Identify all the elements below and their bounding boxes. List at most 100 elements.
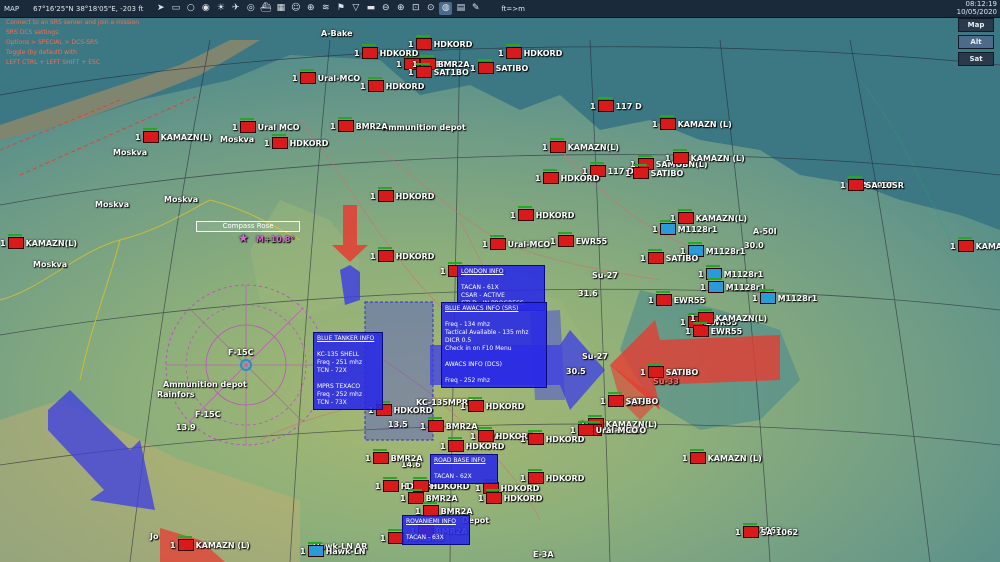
unit-type: HDKORD bbox=[433, 39, 473, 49]
unit-marker[interactable]: 1 117 D bbox=[590, 97, 642, 112]
unit-marker[interactable]: 1 EWR55 bbox=[685, 322, 742, 337]
unit-count: 1 bbox=[408, 67, 414, 77]
unit-marker[interactable]: 1 BMR2A bbox=[330, 117, 388, 132]
plane-icon[interactable]: ✈ bbox=[229, 2, 242, 15]
sun-icon[interactable]: ☀ bbox=[214, 2, 227, 15]
unit-marker[interactable]: 1 KAMAZN(L) bbox=[542, 138, 619, 153]
unit-marker[interactable]: 1 SATIBO bbox=[640, 363, 699, 378]
unit-marker[interactable]: 1 SAT1BO bbox=[408, 63, 469, 78]
unit-type: SATIBO bbox=[665, 367, 699, 377]
place-label: 30.5 bbox=[566, 367, 586, 376]
unit-type: EWR55 bbox=[575, 236, 608, 246]
unit-type: Ural-MCO bbox=[317, 73, 361, 83]
unit-marker[interactable]: 1 Hawk-LN bbox=[300, 542, 366, 557]
unit-type: Hawk-LN bbox=[325, 546, 366, 556]
blue-unit-icon bbox=[659, 220, 676, 235]
circle-icon[interactable]: ○ bbox=[184, 2, 197, 15]
panel-line: TACAN - 62X bbox=[434, 473, 472, 480]
unit-marker[interactable]: 1 SA-1062 bbox=[735, 523, 798, 538]
place-label: Rainfors bbox=[157, 390, 195, 399]
blue-tanker-info-panel[interactable]: BLUE TANKER INFO KC-135 SHELL Freq - 251 … bbox=[313, 332, 383, 410]
unit-marker[interactable]: 1 KAMAZN(L) bbox=[135, 128, 213, 143]
cursor-icon[interactable]: ➤ bbox=[154, 2, 167, 15]
unit-marker[interactable]: 1 HDKORD bbox=[520, 469, 584, 484]
unit-marker[interactable]: 1 BMR2A bbox=[420, 417, 478, 432]
ship-icon[interactable]: ⛴ bbox=[259, 2, 272, 15]
unit-type: HDKORD bbox=[485, 401, 525, 411]
unit-toggle[interactable]: ft=>m bbox=[501, 5, 525, 13]
unit-marker[interactable]: 1 HDKORD bbox=[360, 77, 424, 92]
alt-button[interactable]: Alt bbox=[958, 35, 994, 49]
unit-marker[interactable]: 1 SA-10SR bbox=[840, 176, 904, 191]
zoom-reset-icon[interactable]: ⊙ bbox=[424, 2, 437, 15]
unit-type: KAMAZN(L) bbox=[715, 313, 768, 323]
unit-marker[interactable]: 1 KAMAZN (L) bbox=[652, 115, 732, 130]
layers-icon[interactable]: ▤ bbox=[454, 2, 467, 15]
unit-marker[interactable]: 1 HDKORD bbox=[498, 44, 562, 59]
red-unit-icon bbox=[742, 523, 759, 538]
unit-marker[interactable]: 1 KAMAZN (L) bbox=[170, 536, 250, 551]
place-label: Moskva bbox=[113, 148, 148, 157]
globe-icon[interactable]: ◍ bbox=[439, 2, 453, 15]
unit-marker[interactable]: 1 HDKORD bbox=[440, 437, 504, 452]
unit-marker[interactable]: 1 HDKORD bbox=[370, 187, 434, 202]
unit-marker[interactable]: 1 HDKORD bbox=[354, 44, 418, 59]
unit-marker[interactable]: 1 HDKORD bbox=[510, 206, 574, 221]
road-base-info-panel[interactable]: ROAD BASE INFO TACAN - 62X bbox=[430, 454, 498, 484]
panel-line: TCN - 73X bbox=[317, 399, 347, 406]
red-unit-icon bbox=[7, 234, 24, 249]
person-icon[interactable]: ☺ bbox=[289, 2, 302, 15]
ruler-icon[interactable]: ▭ bbox=[169, 2, 182, 15]
red-unit-icon bbox=[957, 237, 974, 252]
zoom-out-icon[interactable]: ⊖ bbox=[379, 2, 392, 15]
unit-marker[interactable]: 1 Ural-MCO bbox=[292, 69, 361, 84]
panel-line: BLUE TANKER INFO bbox=[317, 335, 375, 342]
unit-marker[interactable]: 1 HDKORD bbox=[520, 430, 584, 445]
unit-marker[interactable]: 1 KAMAZN(L) bbox=[670, 209, 747, 224]
zoom-fit-icon[interactable]: ⊡ bbox=[409, 2, 422, 15]
red-unit-icon bbox=[847, 176, 864, 191]
unit-marker[interactable]: 1 HDKORD bbox=[460, 397, 525, 412]
unit-marker[interactable]: 1 EWR55 bbox=[550, 232, 608, 247]
eye-icon[interactable]: ◉ bbox=[199, 2, 212, 15]
unit-marker[interactable]: 1 SATIBO bbox=[640, 249, 698, 264]
panel-line bbox=[406, 526, 466, 534]
unit-marker[interactable]: 1 HDKORD bbox=[535, 169, 599, 184]
unit-count: 1 bbox=[950, 241, 956, 251]
wifi-icon[interactable]: ≋ bbox=[319, 2, 332, 15]
unit-marker[interactable]: 1 BMR2A bbox=[365, 449, 423, 464]
flag-icon[interactable]: ⚑ bbox=[334, 2, 347, 15]
car-icon[interactable]: ▬ bbox=[364, 2, 377, 15]
unit-type: KAMAZN(L) bbox=[160, 132, 213, 142]
unit-marker[interactable]: 1 KAMAZN (L) bbox=[682, 449, 762, 464]
unit-marker[interactable]: 1 SATIBO bbox=[600, 392, 658, 407]
sat-button[interactable]: Sat bbox=[958, 52, 994, 66]
unit-marker[interactable]: 1 SATIBO bbox=[625, 164, 683, 179]
unit-count: 1 bbox=[460, 401, 466, 411]
filter-icon[interactable]: ▽ bbox=[349, 2, 362, 15]
grid-icon[interactable]: ▦ bbox=[274, 2, 287, 15]
map-button[interactable]: Map bbox=[958, 18, 994, 32]
unit-count: 1 bbox=[542, 142, 548, 152]
target-icon[interactable]: ⊕ bbox=[304, 2, 317, 15]
pencil-icon[interactable]: ✎ bbox=[469, 2, 482, 15]
unit-marker[interactable]: 1 Ural-MCO bbox=[482, 235, 550, 250]
radar-icon[interactable]: ◎ bbox=[244, 2, 257, 15]
unit-marker[interactable]: 1 SATIBO bbox=[470, 59, 528, 74]
unit-marker[interactable]: 1 EWR55 bbox=[648, 291, 705, 306]
unit-marker[interactable]: 1 M1128r1 bbox=[752, 289, 818, 304]
unit-type: M1128r1 bbox=[777, 293, 818, 303]
unit-marker[interactable]: 1 HDKORD bbox=[478, 489, 542, 504]
unit-marker[interactable]: 1 KAMAZN(L) bbox=[0, 234, 77, 249]
unit-marker[interactable]: 1 HDKORD bbox=[264, 134, 328, 149]
unit-marker[interactable]: 1 KAMAZN (L) bbox=[665, 149, 745, 164]
unit-marker[interactable]: 1 Ural MCO bbox=[232, 118, 300, 133]
unit-marker[interactable]: 1 KAMAZN (L) bbox=[950, 237, 1000, 252]
unit-marker[interactable]: 1 HDKORD bbox=[370, 247, 434, 262]
rovaniemi-info-panel[interactable]: ROVANIEMI INFO TACAN - 63X bbox=[402, 515, 470, 545]
map-canvas[interactable]: Compass Rose M+10.8° ★ Moskva Moskva Moskv… bbox=[0, 0, 1000, 562]
unit-marker[interactable]: 1 M1128r1 bbox=[652, 220, 717, 235]
blue-awacs-info-panel[interactable]: BLUE AWACS INFO (SRS) Freq - 134 mhz Tact… bbox=[441, 302, 547, 388]
panel-line bbox=[445, 353, 543, 361]
zoom-in-icon[interactable]: ⊕ bbox=[394, 2, 407, 15]
